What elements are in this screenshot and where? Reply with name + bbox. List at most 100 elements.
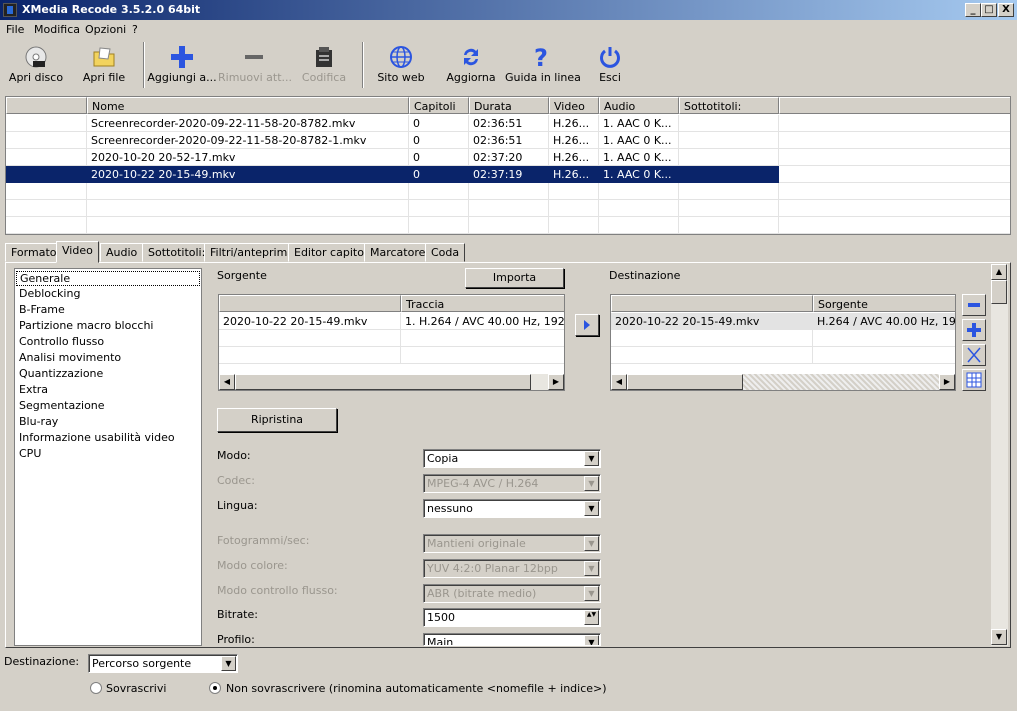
open-disc-button[interactable]: Apri disco — [0, 40, 72, 90]
nav-item[interactable]: B-Frame — [19, 303, 65, 316]
table-cell-row-video[interactable]: H.26... — [549, 132, 599, 149]
scroll-down-icon[interactable]: ▼ — [991, 629, 1007, 645]
track-properties-button[interactable] — [962, 369, 986, 391]
scroll-left-icon[interactable]: ◀ — [611, 374, 627, 390]
nav-item[interactable]: Blu-ray — [19, 415, 58, 428]
table-cell-row-name[interactable]: 2020-10-20 20-52-17.mkv — [87, 149, 409, 166]
column-header-audio[interactable]: Audio — [599, 97, 679, 114]
table-cell-row-duration[interactable]: 02:37:19 — [469, 166, 549, 183]
website-button[interactable]: Sito web — [365, 40, 437, 90]
no-overwrite-radio[interactable] — [209, 682, 221, 694]
table-cell-row-index[interactable] — [6, 149, 87, 166]
table-cell-row-video[interactable]: H.26... — [549, 166, 599, 183]
scroll-left-icon[interactable]: ◀ — [219, 374, 235, 390]
table-cell-row-name[interactable]: Screenrecorder-2020-09-22-11-58-20-8782.… — [87, 115, 409, 132]
table-cell-row-chapters[interactable]: 0 — [409, 166, 469, 183]
table-cell-row-filler[interactable] — [779, 166, 1010, 183]
nav-item[interactable]: Informazione usabilità video — [19, 431, 175, 444]
remove-track-button[interactable] — [962, 294, 986, 316]
source-row-track[interactable]: 1. H.264 / AVC 40.00 Hz, 1920 ... — [401, 313, 564, 330]
overwrite-radio[interactable] — [90, 682, 102, 694]
table-cell-row-subtitles[interactable] — [679, 115, 779, 132]
setting-select[interactable]: Copia ▼ — [423, 449, 601, 468]
menu-modifica[interactable]: Modifica — [34, 23, 80, 36]
chevron-down-icon[interactable]: ▼ — [584, 635, 599, 645]
table-cell-row-index[interactable] — [6, 166, 87, 183]
table-cell-row-audio[interactable]: 1. AAC 0 K... — [599, 115, 679, 132]
close-button[interactable]: X — [998, 3, 1014, 17]
table-cell-row-duration[interactable]: 02:36:51 — [469, 132, 549, 149]
chevron-down-icon[interactable]: ▼ — [584, 501, 599, 516]
bitrate-spinner[interactable]: 1500 ▲▼ — [423, 608, 601, 627]
chevron-down-icon[interactable]: ▼ — [221, 656, 236, 671]
tab-marker[interactable]: Marcatore — [364, 243, 432, 262]
table-cell-row-duration[interactable]: 02:36:51 — [469, 115, 549, 132]
help-online-button[interactable]: ? Guida in linea — [505, 40, 581, 90]
table-cell-row-subtitles[interactable] — [679, 149, 779, 166]
update-button[interactable]: Aggiorna — [435, 40, 507, 90]
reset-button[interactable]: Ripristina — [217, 408, 337, 432]
table-cell-row-name[interactable]: 2020-10-22 20-15-49.mkv — [87, 166, 409, 183]
add-track-side-button[interactable] — [962, 319, 986, 341]
table-cell-row-subtitles[interactable] — [679, 132, 779, 149]
table-cell-row-chapters[interactable]: 0 — [409, 115, 469, 132]
menu-file[interactable]: File — [6, 23, 24, 36]
source-column-track[interactable]: Traccia — [401, 295, 564, 312]
tab-formato[interactable]: Formato — [5, 243, 63, 262]
panel-vscrollbar[interactable]: ▲ ▼ — [991, 264, 1008, 646]
tab-video[interactable]: Video — [56, 241, 99, 263]
open-file-button[interactable]: Apri file — [68, 40, 140, 90]
column-header-video[interactable]: Video — [549, 97, 599, 114]
destination-row-source[interactable]: H.264 / AVC 40.00 Hz, 1920 — [813, 313, 955, 330]
minimize-button[interactable]: _ — [965, 3, 981, 17]
tab-filters-preview[interactable]: Filtri/anteprima — [204, 243, 301, 262]
remove-button[interactable]: Rimuovi att... — [218, 40, 292, 90]
scroll-right-icon[interactable]: ▶ — [939, 374, 955, 390]
table-cell-row-name[interactable]: Screenrecorder-2020-09-22-11-58-20-8782-… — [87, 132, 409, 149]
table-cell-row-chapters[interactable]: 0 — [409, 149, 469, 166]
clear-tracks-button[interactable] — [962, 344, 986, 366]
destination-hscrollbar[interactable]: ◀ ▶ — [611, 374, 955, 390]
destination-row-file[interactable]: 2020-10-22 20-15-49.mkv — [611, 313, 813, 330]
column-header-subtitles[interactable]: Sottotitoli: — [679, 97, 779, 114]
table-cell-row-filler[interactable] — [779, 132, 1010, 149]
menu-opzioni[interactable]: Opzioni — [85, 23, 126, 36]
import-button[interactable]: Importa — [465, 268, 564, 288]
nav-item[interactable]: Analisi movimento — [19, 351, 121, 364]
table-cell-row-audio[interactable]: 1. AAC 0 K... — [599, 149, 679, 166]
table-cell-row-duration[interactable]: 02:37:20 — [469, 149, 549, 166]
nav-item[interactable]: Quantizzazione — [19, 367, 103, 380]
table-cell-row-video[interactable]: H.26... — [549, 115, 599, 132]
file-list[interactable]: Nome Capitoli Durata Video Audio Sottoti… — [5, 96, 1011, 235]
nav-item[interactable]: Controllo flusso — [19, 335, 104, 348]
table-cell-row-index[interactable] — [6, 115, 87, 132]
encode-button[interactable]: Codifica — [288, 40, 360, 90]
tab-chapter-editor[interactable]: Editor capitoli — [288, 243, 377, 262]
table-cell-row-filler[interactable] — [779, 115, 1010, 132]
scroll-up-icon[interactable]: ▲ — [991, 264, 1007, 280]
source-row-file[interactable]: 2020-10-22 20-15-49.mkv — [219, 313, 401, 330]
scroll-thumb[interactable] — [627, 374, 743, 390]
video-settings-nav[interactable]: Generale Deblocking B-Frame Partizione macr… — [14, 268, 202, 646]
column-header-duration[interactable]: Durata — [469, 97, 549, 114]
nav-item[interactable]: Extra — [19, 383, 48, 396]
table-cell-row-audio[interactable]: 1. AAC 0 K... — [599, 166, 679, 183]
add-track-button[interactable] — [575, 314, 599, 336]
table-cell-row-video[interactable]: H.26... — [549, 149, 599, 166]
exit-button[interactable]: Esci — [574, 40, 646, 90]
table-cell-row-subtitles[interactable] — [679, 166, 779, 183]
table-cell-row-index[interactable] — [6, 132, 87, 149]
tab-audio[interactable]: Audio — [100, 243, 144, 262]
maximize-button[interactable]: □ — [981, 3, 997, 17]
scroll-thumb[interactable] — [235, 374, 531, 390]
tab-queue[interactable]: Coda — [425, 243, 466, 262]
nav-item[interactable]: Segmentazione — [19, 399, 105, 412]
column-header-index[interactable] — [6, 97, 87, 114]
destination-track-list[interactable]: Sorgente 2020-10-22 20-15-49.mkv H.264 /… — [610, 294, 956, 391]
tab-subtitles[interactable]: Sottotitoli: — [142, 243, 212, 262]
scroll-right-icon[interactable]: ▶ — [548, 374, 564, 390]
spinner-arrows-icon[interactable]: ▲▼ — [584, 610, 599, 625]
add-button[interactable]: Aggiungi a... — [146, 40, 218, 90]
table-cell-row-chapters[interactable]: 0 — [409, 132, 469, 149]
destination-path-select[interactable]: Percorso sorgente ▼ — [88, 654, 238, 673]
